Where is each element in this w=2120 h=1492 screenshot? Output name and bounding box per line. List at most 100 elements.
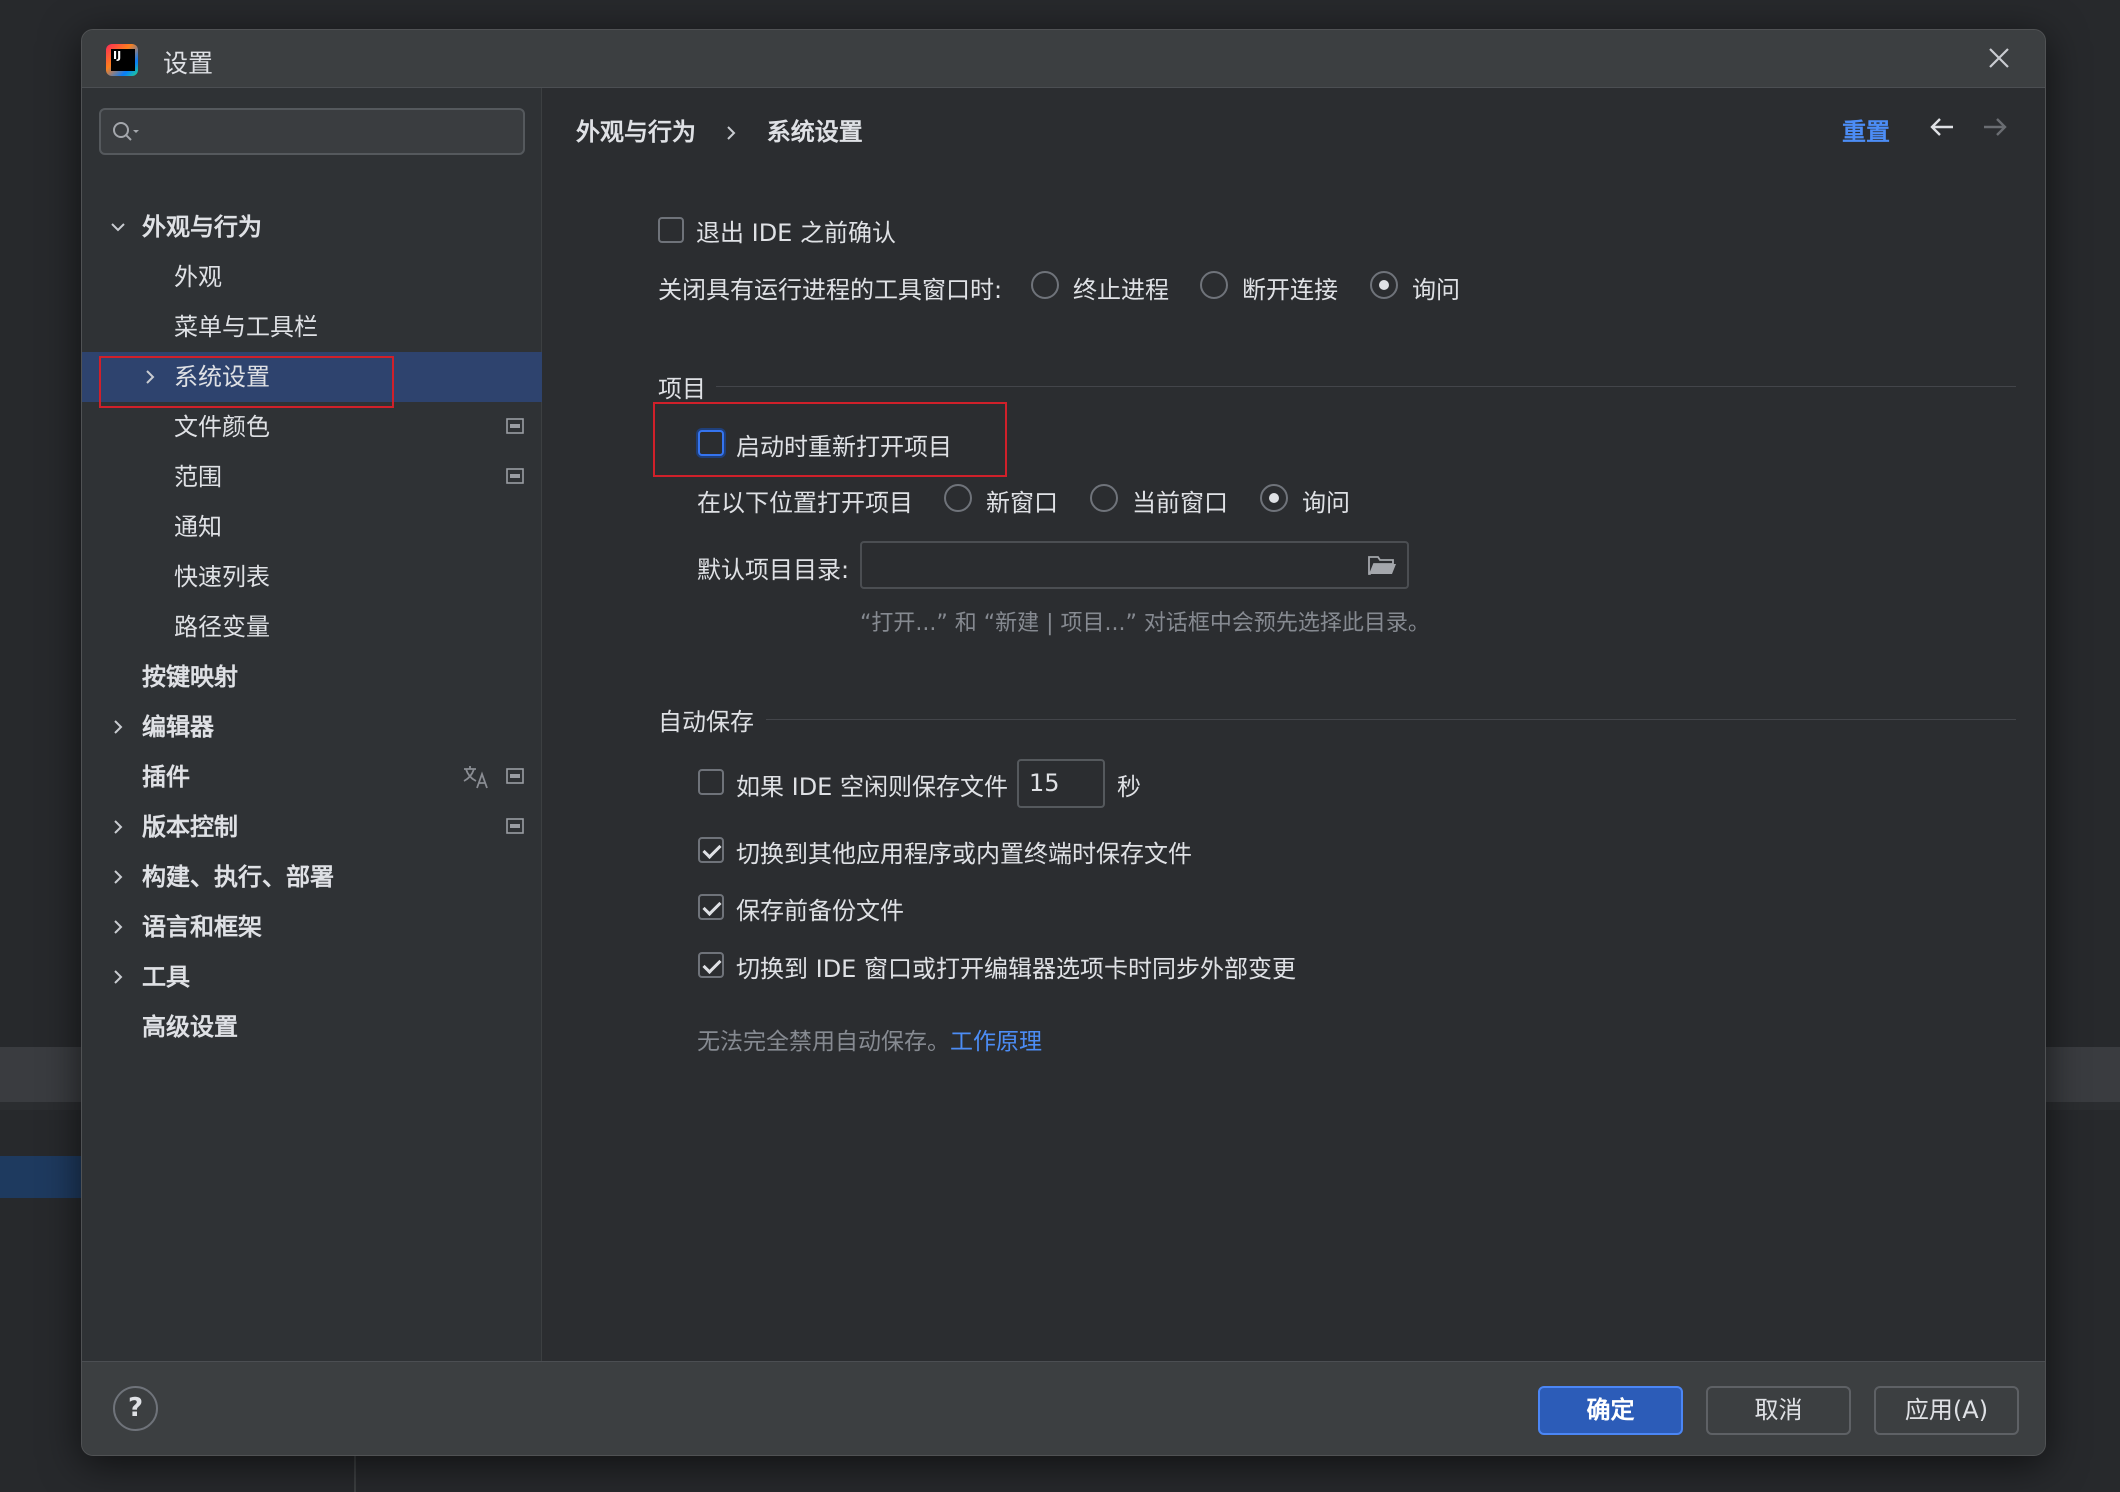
sidebar-item-keymap[interactable]: 按键映射 [82, 652, 542, 702]
background-splitter [354, 1455, 356, 1492]
translate-icon [463, 766, 488, 789]
default-dir-input[interactable] [860, 541, 1409, 589]
sidebar-item-advanced-settings[interactable]: 高级设置 [82, 1002, 542, 1052]
arrow-right-icon[interactable] [1980, 112, 2010, 142]
folder-open-icon[interactable] [1367, 553, 1397, 577]
settings-dialog: 设置 外观与行为 外观 菜单与工具栏 系统设置 文件颜色 [81, 29, 2046, 1456]
sidebar-item-label: 菜单与工具栏 [174, 313, 318, 341]
chevron-right-icon [114, 820, 123, 834]
arrow-left-icon[interactable] [1927, 112, 1957, 142]
close-tool-window-label: 关闭具有运行进程的工具窗口时: [658, 276, 1003, 304]
ask-open-radio[interactable] [1260, 484, 1288, 512]
sidebar-item-build-execution-deployment[interactable]: 构建、执行、部署 [82, 852, 542, 902]
settings-content: 外观与行为 系统设置 重置 退出 IDE 之前确认 关闭具有运行进程的工具窗口时… [542, 88, 2045, 1361]
cancel-button[interactable]: 取消 [1706, 1386, 1851, 1435]
dialog-footer: ? 确定 取消 应用(A) [82, 1361, 2045, 1455]
sidebar-item-version-control[interactable]: 版本控制 [82, 802, 542, 852]
current-window-label: 当前窗口 [1132, 489, 1228, 517]
settings-sidebar: 外观与行为 外观 菜单与工具栏 系统设置 文件颜色 范围 通知 快速列表 路径变… [82, 88, 542, 1361]
new-window-radio[interactable] [944, 484, 972, 512]
autosave-section-title: 自动保存 [658, 708, 754, 736]
help-button[interactable]: ? [113, 1386, 158, 1431]
sidebar-item-quick-lists[interactable]: 快速列表 [82, 552, 542, 602]
sidebar-item-system-settings[interactable]: 系统设置 [82, 352, 542, 402]
reopen-projects-checkbox[interactable] [698, 430, 724, 456]
sidebar-item-languages-frameworks[interactable]: 语言和框架 [82, 902, 542, 952]
sidebar-item-label: 插件 [142, 763, 190, 791]
chevron-right-icon [146, 370, 155, 384]
close-icon[interactable] [1983, 42, 2015, 74]
sidebar-item-menus-toolbars[interactable]: 菜单与工具栏 [82, 302, 542, 352]
background-selection [0, 1156, 82, 1198]
confirm-exit-label: 退出 IDE 之前确认 [696, 219, 896, 247]
chevron-right-icon [114, 920, 123, 934]
sidebar-item-notifications[interactable]: 通知 [82, 502, 542, 552]
sidebar-item-label: 高级设置 [142, 1013, 238, 1041]
breadcrumb-current: 系统设置 [766, 118, 863, 146]
sidebar-item-label: 外观与行为 [142, 213, 262, 241]
project-level-icon [506, 818, 524, 834]
sidebar-item-label: 路径变量 [174, 613, 270, 641]
ok-button[interactable]: 确定 [1538, 1386, 1683, 1435]
disconnect-radio[interactable] [1200, 271, 1228, 299]
disconnect-label: 断开连接 [1242, 276, 1338, 304]
intellij-logo-icon [106, 44, 138, 76]
apply-button[interactable]: 应用(A) [1874, 1386, 2019, 1435]
sidebar-item-path-variables[interactable]: 路径变量 [82, 602, 542, 652]
new-window-label: 新窗口 [986, 489, 1058, 517]
sidebar-item-label: 范围 [174, 463, 222, 491]
sidebar-item-label: 文件颜色 [174, 413, 270, 441]
breadcrumb-parent[interactable]: 外观与行为 [576, 118, 696, 146]
project-level-icon [506, 468, 524, 484]
switch-save-label: 切换到其他应用程序或内置终端时保存文件 [736, 840, 1192, 868]
sidebar-item-label: 构建、执行、部署 [142, 863, 334, 891]
sync-checkbox[interactable] [698, 952, 724, 978]
open-project-in-label: 在以下位置打开项目 [697, 489, 913, 517]
sidebar-item-label: 快速列表 [174, 563, 270, 591]
idle-seconds-input[interactable]: 15 [1017, 759, 1105, 808]
project-section-title: 项目 [658, 375, 706, 403]
sidebar-item-label: 工具 [142, 963, 190, 991]
reopen-projects-label: 启动时重新打开项目 [736, 433, 952, 461]
sidebar-item-scopes[interactable]: 范围 [82, 452, 542, 502]
reset-link[interactable]: 重置 [1842, 112, 1890, 147]
terminate-process-radio[interactable] [1031, 271, 1059, 299]
section-divider [766, 719, 2016, 720]
chevron-right-icon [114, 970, 123, 984]
idle-save-label: 如果 IDE 空闲则保存文件 [736, 773, 1008, 801]
sidebar-item-label: 编辑器 [142, 713, 214, 741]
ask-label: 询问 [1412, 276, 1460, 304]
sidebar-item-label: 系统设置 [174, 363, 270, 391]
title-bar: 设置 [82, 30, 2045, 88]
idle-save-checkbox[interactable] [698, 769, 724, 795]
how-it-works-link[interactable]: 工作原理 [950, 1029, 1042, 1055]
sidebar-item-tools[interactable]: 工具 [82, 952, 542, 1002]
confirm-exit-checkbox[interactable] [658, 217, 684, 243]
default-dir-label: 默认项目目录: [697, 556, 850, 584]
sidebar-item-file-colors[interactable]: 文件颜色 [82, 402, 542, 452]
sidebar-item-editor[interactable]: 编辑器 [82, 702, 542, 752]
ask-radio[interactable] [1370, 271, 1398, 299]
sidebar-item-label: 通知 [174, 513, 222, 541]
window-title: 设置 [163, 49, 214, 78]
chevron-right-icon [114, 720, 123, 734]
project-level-icon [506, 768, 524, 784]
section-divider [716, 386, 2016, 387]
chevron-down-icon [111, 223, 125, 232]
sidebar-item-label: 语言和框架 [142, 913, 262, 941]
sidebar-item-appearance[interactable]: 外观 [82, 252, 542, 302]
autosave-note-text: 无法完全禁用自动保存。 [697, 1029, 950, 1055]
search-input[interactable] [99, 108, 525, 155]
autosave-note: 无法完全禁用自动保存。工作原理 [697, 1022, 1042, 1056]
ask-open-label: 询问 [1302, 489, 1350, 517]
default-dir-hint: “打开...” 和 “新建 | 项目...” 对话框中会预先选择此目录。 [860, 611, 1430, 636]
terminate-process-label: 终止进程 [1073, 276, 1169, 304]
sidebar-item-appearance-behavior[interactable]: 外观与行为 [82, 202, 542, 252]
sync-label: 切换到 IDE 窗口或打开编辑器选项卡时同步外部变更 [736, 955, 1296, 983]
current-window-radio[interactable] [1090, 484, 1118, 512]
backup-checkbox[interactable] [698, 894, 724, 920]
sidebar-item-label: 外观 [174, 263, 222, 291]
search-icon [113, 122, 139, 141]
sidebar-item-plugins[interactable]: 插件 [82, 752, 542, 802]
switch-save-checkbox[interactable] [698, 837, 724, 863]
